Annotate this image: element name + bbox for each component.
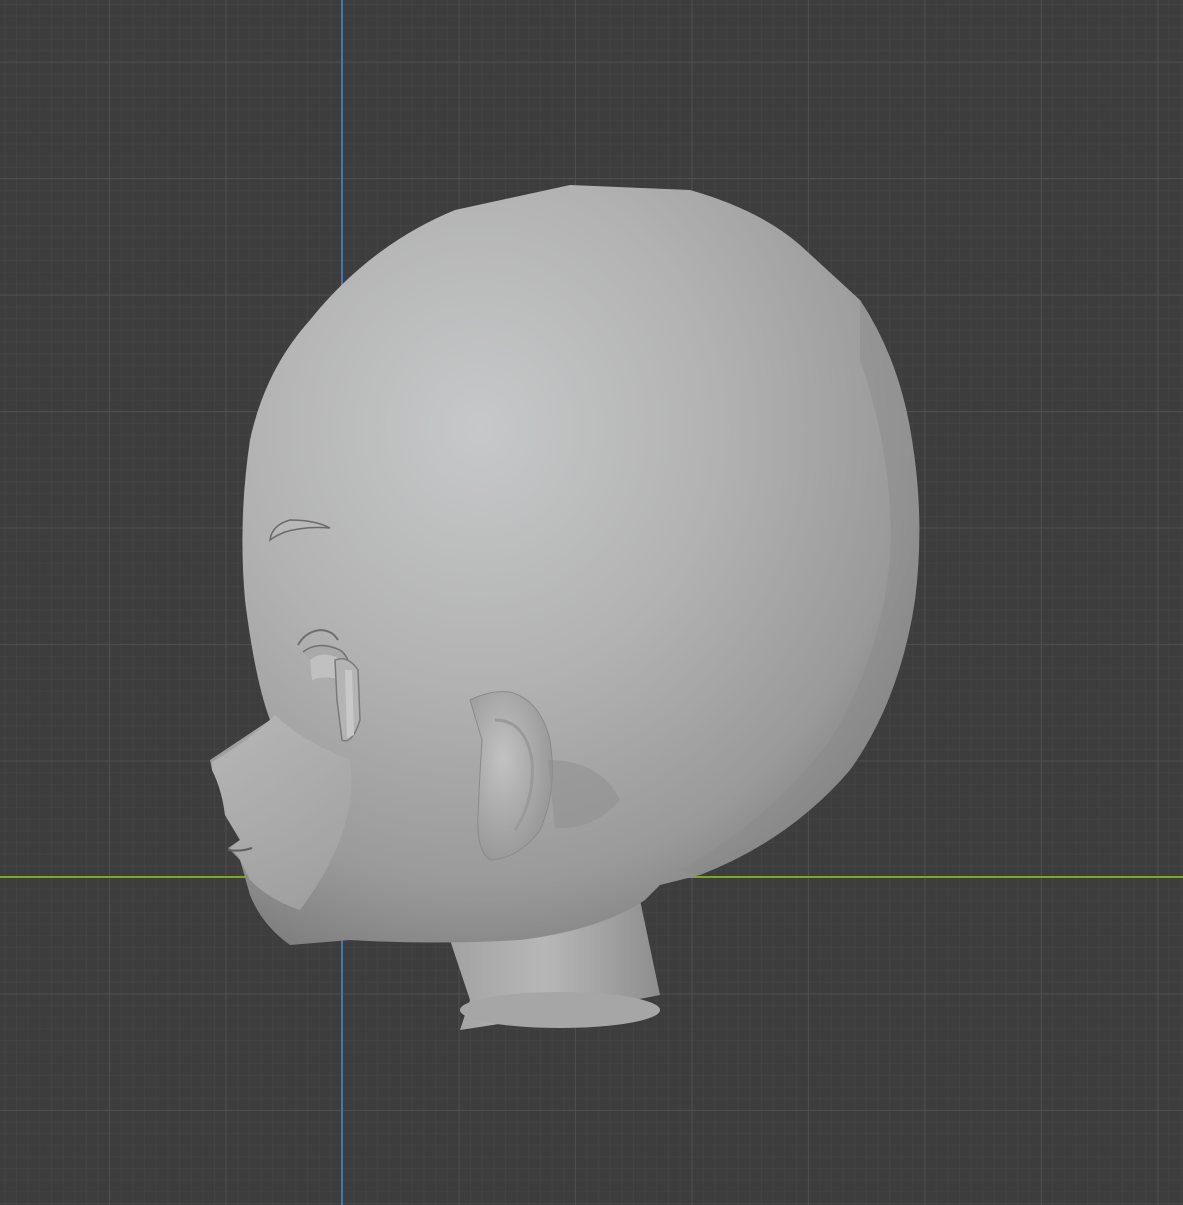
3d-viewport[interactable] [0, 0, 1183, 1205]
head-model[interactable] [0, 0, 1183, 1205]
